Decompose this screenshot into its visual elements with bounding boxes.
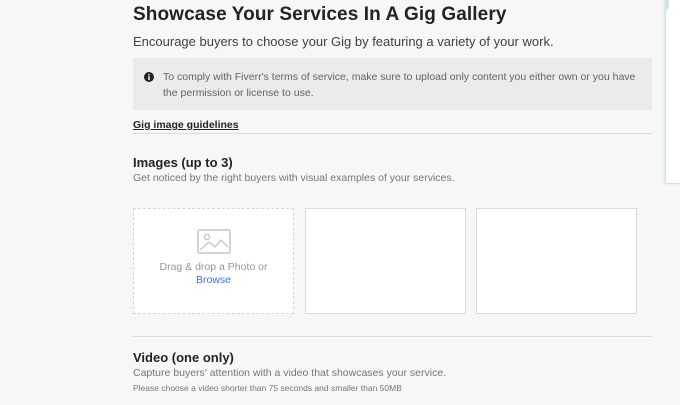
video-section-title: Video (one only) [133,350,234,365]
image-slot-3[interactable] [476,208,637,314]
drop-text: Drag & drop a Photo or [159,261,268,273]
page-subtitle: Encourage buyers to choose your Gig by f… [133,34,554,49]
section-divider [133,336,652,337]
video-size-note: Please choose a video shorter than 75 se… [133,383,402,393]
page-title: Showcase Your Services In A Gig Gallery [133,4,507,25]
gig-image-guidelines-link[interactable]: Gig image guidelines [133,119,239,131]
terms-notice: To comply with Fiverr's terms of service… [133,58,652,110]
info-icon [144,72,154,82]
image-slot-2[interactable] [305,208,466,314]
side-panel-marker [665,0,669,10]
notice-text: To comply with Fiverr's terms of service… [163,71,636,99]
section-divider [133,133,652,134]
images-section-title: Images (up to 3) [133,155,233,170]
browse-link[interactable]: Browse [134,274,293,286]
photo-icon [197,229,231,254]
video-section-description: Capture buyers' attention with a video t… [133,367,447,379]
side-panel [665,0,680,184]
image-upload-dropzone[interactable]: Drag & drop a Photo or Browse [133,208,294,314]
images-section-description: Get noticed by the right buyers with vis… [133,172,455,184]
